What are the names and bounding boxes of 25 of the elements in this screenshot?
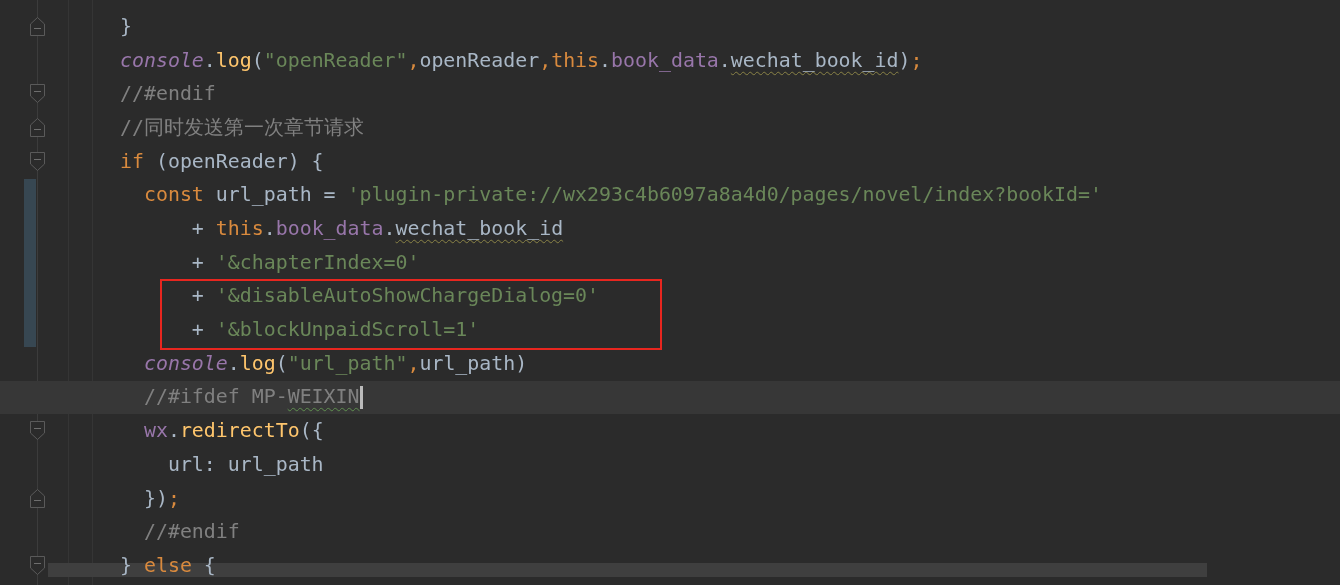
fold-marker-icon[interactable]	[30, 556, 45, 575]
code-line: const url_path = 'plugin-private://wx293c4b6097a8a4d0/pages/novel/index?bookId='	[142, 182, 1102, 209]
code-line: + this.book_data.wechat_book_id	[190, 216, 564, 242]
fold-marker-icon[interactable]	[30, 17, 45, 36]
code-line: } else {	[120, 552, 216, 579]
code-line: wx.redirectTo({	[142, 418, 324, 445]
code-line: url: url_path	[166, 451, 324, 478]
change-marker[interactable]	[24, 178, 36, 347]
fold-marker-icon[interactable]	[30, 421, 45, 441]
code-line: //#endif	[120, 81, 216, 108]
code-line: //#endif	[142, 519, 240, 546]
code-line: //#ifdef MP-WEIXIN	[142, 384, 360, 411]
code-line: + '&chapterIndex=0'	[190, 249, 420, 276]
fold-marker-icon[interactable]	[30, 151, 45, 171]
fold-marker-icon[interactable]	[30, 118, 45, 138]
code-line: });	[142, 485, 180, 512]
code-line: //同时发送第一次章节请求	[120, 114, 364, 141]
code-line: console.log("url_path",url_path)	[142, 350, 528, 377]
fold-marker-icon[interactable]	[30, 488, 45, 508]
code-line: + '&disableAutoShowChargeDialog=0'	[190, 283, 600, 310]
code-line: }	[120, 13, 132, 40]
code-line: + '&blockUnpaidScroll=1'	[190, 317, 480, 343]
code-line: if (openReader) {	[120, 148, 324, 175]
code-line: console.log("openReader",openReader,this.book_data.wechat_book_id);	[120, 47, 923, 74]
fold-marker-icon[interactable]	[30, 84, 45, 104]
